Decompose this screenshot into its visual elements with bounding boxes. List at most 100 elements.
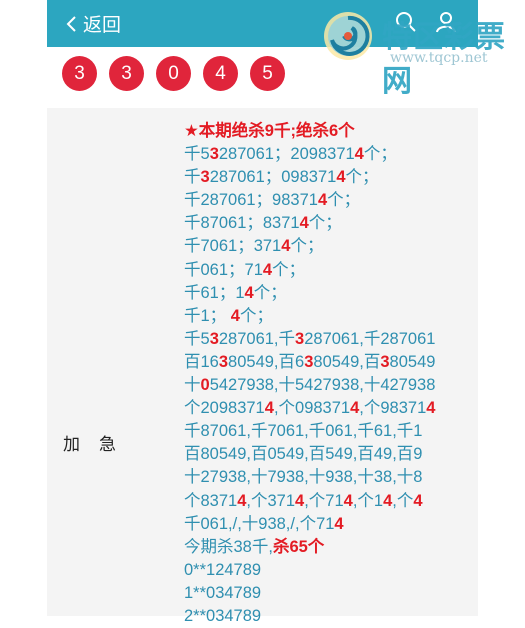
line-text: 0**124789 bbox=[184, 560, 262, 579]
line-text: 287061,千 bbox=[218, 329, 296, 348]
line-text: 千287061；98371 bbox=[184, 191, 318, 210]
highlight-digit: 4 bbox=[262, 260, 273, 279]
highlight-digit: 0 bbox=[200, 376, 210, 395]
highlight-digit: 4 bbox=[426, 399, 436, 418]
headline-line: ★本期绝杀9千;绝杀6个 bbox=[184, 120, 474, 143]
highlight-digit: 4 bbox=[230, 306, 240, 325]
line-text: 个； bbox=[308, 214, 342, 233]
prediction-line: 1**034789 bbox=[184, 582, 474, 605]
back-button[interactable]: 返回 bbox=[65, 10, 121, 37]
number-ball: 3 bbox=[62, 56, 97, 91]
line-text: 个8371 bbox=[184, 491, 238, 510]
line-text: 千5 bbox=[184, 145, 210, 164]
prediction-line: 千53287061；20983714个； bbox=[184, 143, 474, 166]
line-text: 个； bbox=[290, 237, 324, 256]
line-text: 80549,百 bbox=[313, 352, 381, 371]
prediction-line: 千061,/,十938,/,个714 bbox=[184, 513, 474, 536]
line-text: 5427938,十5427938,十427938 bbox=[209, 376, 436, 395]
line-text: ,个098371 bbox=[273, 399, 351, 418]
line-text: ,个98371 bbox=[359, 399, 427, 418]
line-text: 287061,千287061 bbox=[304, 329, 436, 348]
brand-url: www.tqcp.net bbox=[390, 50, 488, 66]
highlight-digit: 4 bbox=[244, 283, 254, 302]
highlight-digit: 4 bbox=[343, 491, 353, 510]
number-ball: 5 bbox=[250, 56, 285, 91]
line-text: 个； bbox=[345, 168, 379, 187]
prediction-line: 百16380549,百6380549,百380549 bbox=[184, 351, 474, 374]
line-text: 个； bbox=[363, 145, 397, 164]
highlight-digit: 4 bbox=[350, 399, 360, 418]
line-text: ,个371 bbox=[246, 491, 296, 510]
line-text: 千061,/,十938,/,个71 bbox=[184, 514, 335, 533]
line-text: ,个1 bbox=[352, 491, 384, 510]
back-label: 返回 bbox=[83, 15, 122, 36]
line-text: 千87061；8371 bbox=[184, 214, 300, 233]
prediction-line: 千87061,千7061,千061,千61,千1 bbox=[184, 420, 474, 443]
line-text: 十27938,十7938,十938,十38,十8 bbox=[184, 468, 423, 487]
highlight-digit: 3 bbox=[200, 168, 210, 187]
highlight-digit: 4 bbox=[299, 214, 309, 233]
highlight-digit: 4 bbox=[413, 491, 423, 510]
line-text: 个； bbox=[239, 306, 273, 325]
line-text: 千87061,千7061,千061,千61,千1 bbox=[184, 422, 423, 441]
highlight-digit: 4 bbox=[336, 168, 346, 187]
prediction-line: 十05427938,十5427938,十427938 bbox=[184, 374, 474, 397]
line-text: 千061；71 bbox=[184, 260, 263, 279]
line-text: 80549,百6 bbox=[228, 352, 305, 371]
number-ball: 0 bbox=[156, 56, 191, 91]
prediction-content: ★本期绝杀9千;绝杀6个 千53287061；20983714个； 千3287061… bbox=[184, 120, 474, 628]
line-text: 287061；098371 bbox=[209, 168, 337, 187]
line-text: 287061；2098371 bbox=[218, 145, 355, 164]
line-text: 80549 bbox=[389, 352, 436, 371]
prediction-line: 千7061；3714个； bbox=[184, 235, 474, 258]
number-ball: 4 bbox=[203, 56, 238, 91]
chevron-left-icon bbox=[66, 15, 76, 32]
line-text: 千5 bbox=[184, 329, 210, 348]
prediction-line: 千061；714个； bbox=[184, 259, 474, 282]
line-text: 百80549,百0549,百549,百49,百9 bbox=[184, 445, 423, 464]
highlight-digit: 3 bbox=[295, 329, 305, 348]
highlight-digit: 3 bbox=[218, 352, 229, 371]
highlight-digit: 4 bbox=[317, 191, 328, 210]
prediction-line: 千87061；83714个； bbox=[184, 212, 474, 235]
prediction-line: 今期杀38千,杀65个 bbox=[184, 536, 474, 559]
section-label-a: 加 bbox=[63, 435, 80, 454]
highlight-digit: 4 bbox=[383, 491, 393, 510]
highlight-digit: 4 bbox=[334, 514, 344, 533]
prediction-line: 千1； 4个； bbox=[184, 305, 474, 328]
line-text: 千 bbox=[184, 168, 201, 187]
line-text: 个； bbox=[327, 191, 361, 210]
highlight-digit: 4 bbox=[264, 399, 274, 418]
prediction-line: 百80549,百0549,百549,百49,百9 bbox=[184, 443, 474, 466]
line-text: 千61；1 bbox=[184, 283, 245, 302]
section-label: 加急 bbox=[63, 430, 135, 455]
prediction-panel: 加急 ★本期绝杀9千;绝杀6个 千53287061；20983714个； 千3287… bbox=[47, 108, 478, 625]
section-label-b: 急 bbox=[99, 435, 116, 454]
line-text: 百16 bbox=[184, 352, 219, 371]
line-text: 千7061；371 bbox=[184, 237, 282, 256]
prediction-line: 千61；14个； bbox=[184, 282, 474, 305]
highlight-digit: 3 bbox=[209, 329, 219, 348]
highlight-digit: ★本期绝杀9千;绝杀6个 bbox=[184, 122, 355, 140]
prediction-line: 个20983714,个0983714,个983714 bbox=[184, 397, 474, 420]
logo-swirl-icon bbox=[324, 12, 372, 60]
number-ball: 3 bbox=[109, 56, 144, 91]
prediction-line: 个83714,个3714,个714,个14,个4 bbox=[184, 490, 474, 513]
highlight-digit: 杀65个 bbox=[272, 537, 325, 556]
highlight-digit: 4 bbox=[295, 491, 305, 510]
prediction-line: 0**124789 bbox=[184, 559, 474, 582]
draw-number-balls: 33045 bbox=[62, 56, 285, 91]
line-text: 个； bbox=[253, 283, 287, 302]
prediction-line: 千53287061,千3287061,千287061 bbox=[184, 328, 474, 351]
line-text: 十 bbox=[184, 376, 201, 395]
site-logo: 特区彩票网 www.tqcp.net bbox=[322, 6, 525, 98]
line-text: 个； bbox=[272, 260, 306, 279]
prediction-line: 2**034789 bbox=[184, 605, 474, 628]
highlight-digit: 3 bbox=[304, 352, 314, 371]
line-text: ,个 bbox=[392, 491, 414, 510]
line-text: 今期杀38千, bbox=[184, 537, 273, 556]
line-text: 个2098371 bbox=[184, 399, 265, 418]
prediction-line: 千3287061；0983714个； bbox=[184, 166, 474, 189]
highlight-digit: 4 bbox=[354, 145, 364, 164]
prediction-line: 千287061；983714个； bbox=[184, 189, 474, 212]
